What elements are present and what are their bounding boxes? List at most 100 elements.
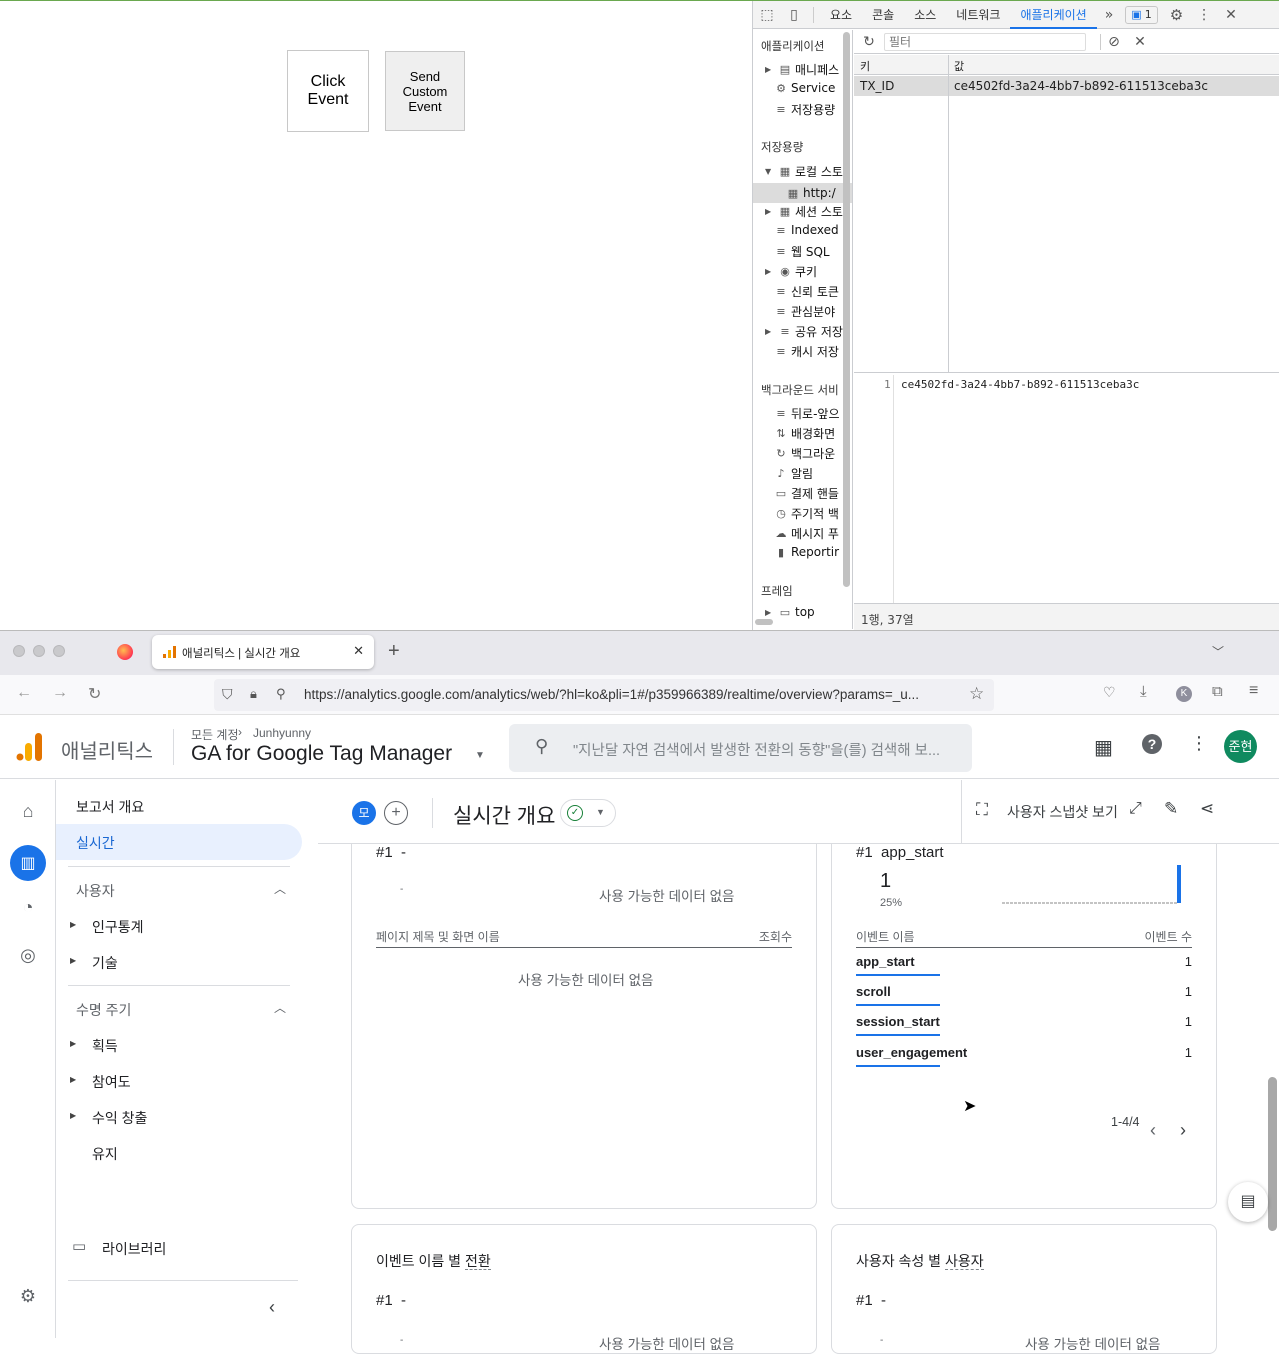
click-event-button[interactable]: Click Event xyxy=(287,50,369,132)
back-icon[interactable]: ← xyxy=(16,684,32,702)
account-avatar[interactable]: K xyxy=(1176,686,1192,702)
close-tab-icon[interactable]: ✕ xyxy=(353,643,364,659)
tab-application[interactable]: 애플리케이션 xyxy=(1010,1,1097,29)
property-selector[interactable]: GA for Google Tag Manager xyxy=(191,742,452,766)
breadcrumb-all-accounts[interactable]: 모든 계정 xyxy=(191,726,239,743)
forward-icon[interactable]: → xyxy=(52,684,68,702)
next-page-icon[interactable]: › xyxy=(1180,1120,1186,1141)
table-row[interactable]: TX_ID ce4502fd-3a24-4bb7-b892-611513ceba… xyxy=(854,76,1279,96)
share-icon[interactable]: ⋖ xyxy=(1200,799,1214,819)
feedback-icon[interactable]: ▤ xyxy=(1228,1182,1268,1222)
pocket-icon[interactable]: ♡ xyxy=(1103,684,1116,701)
issues-badge[interactable]: ▣ 1 xyxy=(1125,5,1158,24)
column-value[interactable]: 값 xyxy=(954,58,964,74)
more-vert-icon[interactable]: ⋮ xyxy=(1190,733,1208,754)
customize-report-icon[interactable]: ✎ xyxy=(1164,799,1178,819)
more-tabs-button[interactable]: » xyxy=(1097,7,1122,23)
card-title-metric[interactable]: 전환 xyxy=(464,1253,491,1270)
user-snapshot-button[interactable]: 사용자 스냅샷 보기 xyxy=(1007,802,1118,822)
shield-icon[interactable]: ⛉ xyxy=(222,686,233,703)
nav-acquisition[interactable]: 획득 xyxy=(92,1036,118,1056)
app-menu-icon[interactable]: ≡ xyxy=(1249,682,1258,700)
explore-icon[interactable]: ◔ xyxy=(14,893,42,921)
nav-section-lifecycle[interactable]: 수명 주기 xyxy=(76,1000,131,1020)
sidebar-item-notifications[interactable]: ♪ 알림 xyxy=(775,465,813,482)
sidebar-item-payment-handler[interactable]: ▭ 결제 핸들 xyxy=(775,485,839,502)
sidebar-hscrollbar[interactable] xyxy=(755,619,773,625)
sidebar-item-storage[interactable]: ≡ 저장용량 xyxy=(775,101,835,118)
sidebar-item-cache-storage[interactable]: ≡ 캐시 저장 xyxy=(775,343,839,360)
new-tab-button[interactable]: + xyxy=(388,640,400,663)
previous-page-icon[interactable]: ‹ xyxy=(1150,1120,1156,1141)
reload-icon[interactable]: ↻ xyxy=(88,684,101,704)
analytics-logo-icon[interactable] xyxy=(16,733,42,761)
sidebar-item-reporting-api[interactable]: ▮ Reportir xyxy=(775,545,839,559)
device-toolbar-icon[interactable]: ▯ xyxy=(781,7,807,23)
card-title-metric[interactable]: 사용자 xyxy=(944,1253,984,1270)
table-row[interactable]: user_engagement 1 xyxy=(856,1045,1192,1075)
url-text[interactable]: https://analytics.google.com/analytics/w… xyxy=(304,687,964,702)
breadcrumb-account[interactable]: Junhyunny xyxy=(253,726,311,740)
sidebar-item-frame-top[interactable]: ▶ ▭ top xyxy=(765,605,815,619)
table-row[interactable]: scroll 1 xyxy=(856,984,1192,1014)
nav-reports-overview[interactable]: 보고서 개요 xyxy=(76,797,144,817)
comparison-chip[interactable]: 모 xyxy=(352,801,376,825)
sidebar-item-background-sync[interactable]: ↻ 백그라운 xyxy=(775,445,835,462)
product-name[interactable]: 애널리틱스 xyxy=(61,735,153,764)
user-avatar[interactable]: 준현 xyxy=(1224,730,1257,763)
column-key[interactable]: 키 xyxy=(860,58,870,74)
reports-icon[interactable]: ▥ xyxy=(10,845,46,881)
window-zoom-button[interactable] xyxy=(53,645,65,657)
nav-tech[interactable]: 기술 xyxy=(92,953,118,973)
refresh-icon[interactable]: ↻ xyxy=(854,34,884,50)
clear-all-icon[interactable]: ⊘ xyxy=(1101,34,1127,50)
list-all-tabs-icon[interactable]: ﹀ xyxy=(1212,643,1224,660)
help-icon[interactable]: ? xyxy=(1142,734,1162,754)
sidebar-item-service-workers[interactable]: ⚙ Service xyxy=(775,81,835,95)
collapse-nav-icon[interactable]: ‹ xyxy=(269,1297,275,1318)
fullscreen-icon[interactable]: ⤢ xyxy=(1129,800,1142,818)
sidebar-item-manifest[interactable]: ▶ ▤ 매니페스 xyxy=(765,61,839,78)
sidebar-item-session-storage[interactable]: ▶ ▦ 세션 스토 xyxy=(765,203,843,220)
downloads-icon[interactable]: ⤓ xyxy=(1140,683,1147,700)
advertising-icon[interactable]: ◎ xyxy=(14,941,42,969)
sidebar-item-periodic-sync[interactable]: ◷ 주기적 백 xyxy=(775,505,839,522)
tab-elements[interactable]: 요소 xyxy=(820,1,862,29)
sidebar-item-cookies[interactable]: ▶ ◉ 쿠키 xyxy=(765,263,817,280)
sidebar-item-shared-storage[interactable]: ▶ ≡ 공유 저장 xyxy=(765,323,843,340)
home-icon[interactable]: ⌂ xyxy=(14,797,42,825)
window-close-button[interactable] xyxy=(13,645,25,657)
nav-engagement[interactable]: 참여도 xyxy=(92,1072,131,1092)
permissions-icon[interactable]: ⚲ xyxy=(276,686,286,702)
column-views[interactable]: 조회수 xyxy=(759,928,792,945)
table-row[interactable]: app_start 1 xyxy=(856,954,1192,984)
tab-console[interactable]: 콘솔 xyxy=(862,1,904,29)
sidebar-item-web-sql[interactable]: ≡ 웹 SQL xyxy=(775,243,829,260)
sidebar-item-push-messaging[interactable]: ☁ 메시지 푸 xyxy=(775,525,839,542)
apps-grid-icon[interactable]: ▦ xyxy=(1094,735,1113,760)
nav-demographics[interactable]: 인구통계 xyxy=(92,917,144,937)
lock-icon[interactable]: 🔒︎ xyxy=(250,686,257,702)
send-custom-event-button[interactable]: Send Custom Event xyxy=(385,51,465,131)
settings-gear-icon[interactable]: ⚙ xyxy=(1170,6,1183,24)
tab-network[interactable]: 네트워크 xyxy=(946,1,1010,29)
browser-tab[interactable]: 애널리틱스 | 실시간 개요 ✕ xyxy=(152,635,374,669)
admin-gear-icon[interactable]: ⚙ xyxy=(14,1282,42,1310)
delete-selected-icon[interactable]: ✕ xyxy=(1127,34,1153,50)
inspect-element-icon[interactable]: ⬚ xyxy=(753,7,781,23)
window-minimize-button[interactable] xyxy=(33,645,45,657)
data-quality-chip[interactable]: ✓ ▼ xyxy=(560,799,616,827)
sidebar-item-interest-groups[interactable]: ≡ 관심분야 xyxy=(775,303,835,320)
column-event-name[interactable]: 이벤트 이름 xyxy=(856,928,915,945)
user-snapshot-icon[interactable]: ⛶ xyxy=(976,800,988,820)
tab-sources[interactable]: 소스 xyxy=(904,1,946,29)
column-event-count[interactable]: 이벤트 수 xyxy=(1145,928,1193,945)
sidebar-item-local-storage[interactable]: ▼ ▦ 로컬 스토 xyxy=(765,163,843,180)
address-bar[interactable]: ⛉ 🔒︎ ⚲ https://analytics.google.com/anal… xyxy=(214,679,994,711)
table-row[interactable]: session_start 1 xyxy=(856,1014,1192,1044)
nav-realtime[interactable]: 실시간 xyxy=(56,824,302,860)
extensions-icon[interactable]: ⧉ xyxy=(1212,683,1223,700)
firefox-view-icon[interactable] xyxy=(117,644,133,660)
collapse-user-icon[interactable]: ︿ xyxy=(274,880,286,897)
nav-retention[interactable]: 유지 xyxy=(92,1144,118,1164)
